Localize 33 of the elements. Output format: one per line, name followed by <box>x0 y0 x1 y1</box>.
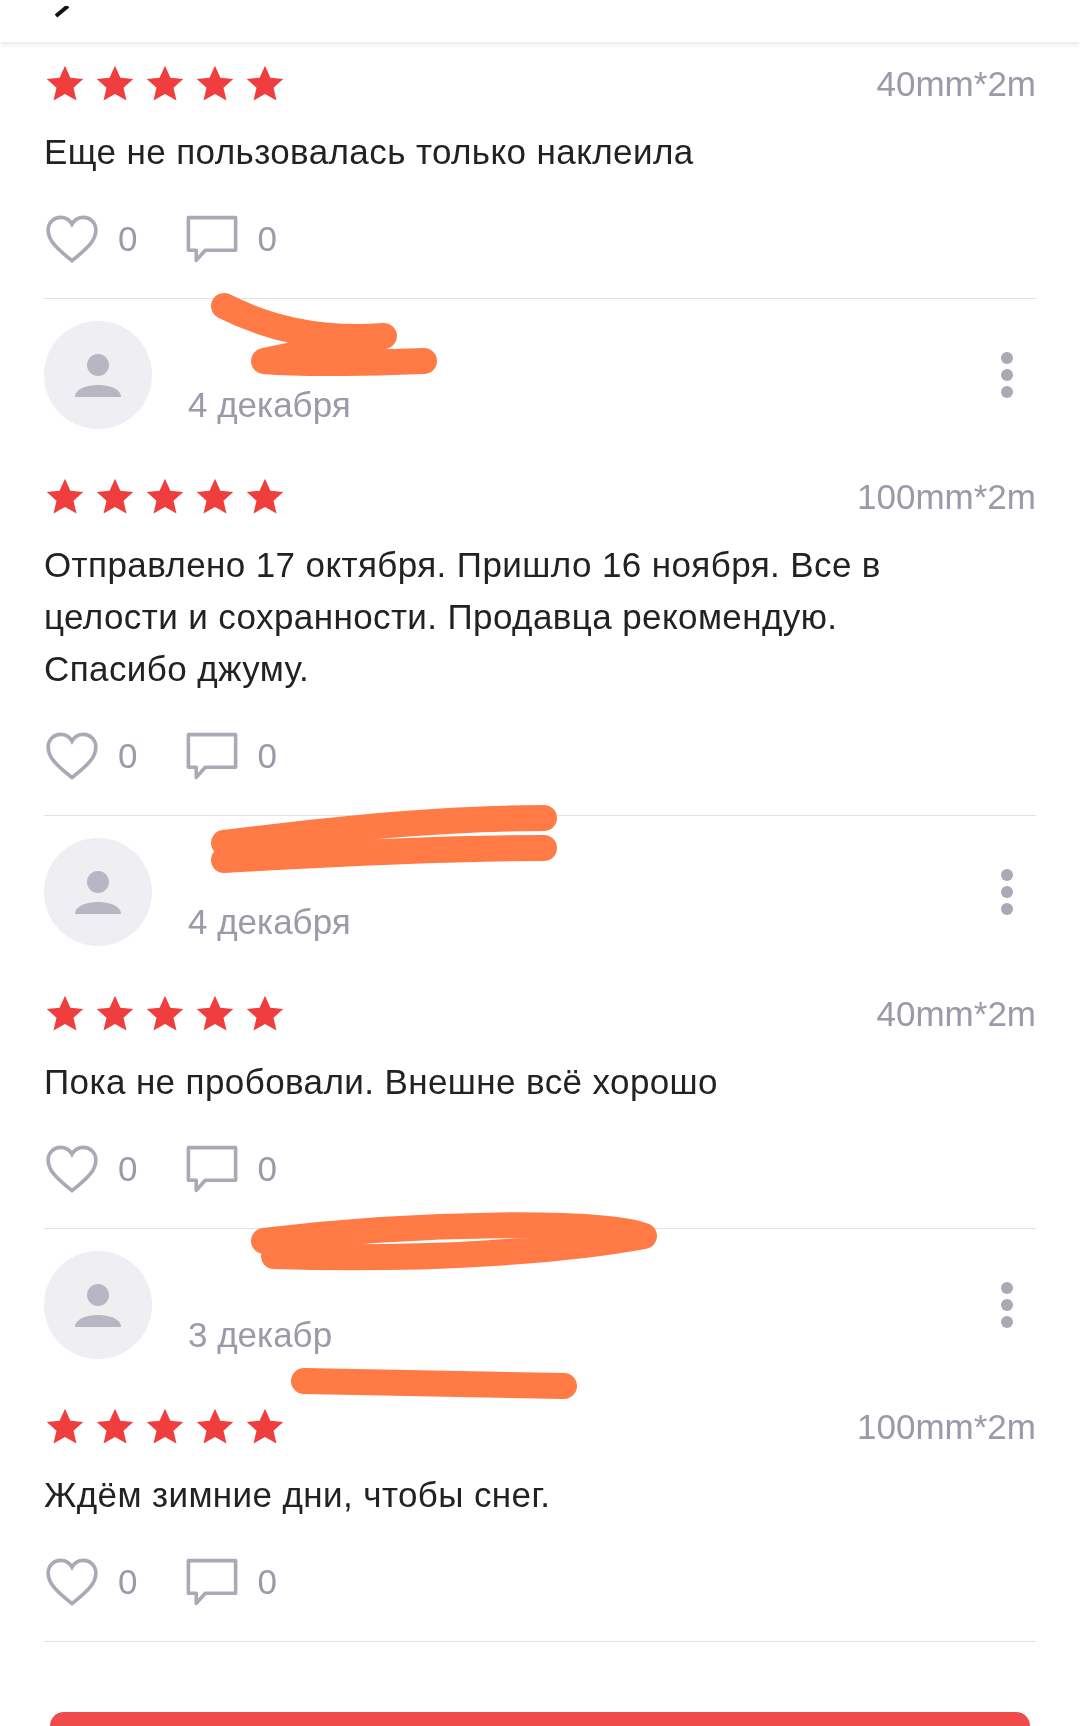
person-icon <box>75 1283 121 1327</box>
review-text: Отправлено 17 октября. Пришло 16 ноября. Все в целости и сохранности. Продавца рекомендую. Спасибо джуму. <box>44 544 882 690</box>
variant-label: 40mm*2m <box>876 64 1036 104</box>
like-count: 0 <box>118 1562 138 1602</box>
heart-icon[interactable] <box>44 1144 100 1194</box>
heart-icon[interactable] <box>44 731 100 781</box>
like-count: 0 <box>118 1149 138 1189</box>
review-text: Ждём зимние дни, чтобы снег. <box>44 1474 552 1516</box>
review-date: 3 декабр <box>188 1315 334 1355</box>
comment-count: 0 <box>257 219 277 259</box>
comment-icon[interactable] <box>185 1144 240 1194</box>
comment-icon[interactable] <box>185 731 240 781</box>
person-icon <box>75 870 121 914</box>
like-count: 0 <box>118 736 138 776</box>
more-icon[interactable] <box>1000 1282 1014 1328</box>
review-text: Пока не пробовали. Внешне всё хорошо <box>44 1061 719 1103</box>
review-text: Еще не пользовалась только наклеила <box>44 131 695 173</box>
like-count: 0 <box>118 219 138 259</box>
variant-label: 40mm*2m <box>876 994 1036 1034</box>
comment-count: 0 <box>257 1562 277 1602</box>
comment-icon[interactable] <box>185 214 240 264</box>
heart-icon[interactable] <box>44 214 100 264</box>
comment-count: 0 <box>257 736 277 776</box>
comment-icon[interactable] <box>185 1557 240 1607</box>
variant-label: 100mm*2m <box>857 1407 1036 1447</box>
review-date: 4 декабря <box>188 385 352 425</box>
review-date: 4 декабря <box>188 902 352 942</box>
heart-icon[interactable] <box>44 1557 100 1607</box>
comment-count: 0 <box>257 1149 277 1189</box>
person-icon <box>75 353 121 397</box>
variant-label: 100mm*2m <box>857 477 1036 517</box>
more-icon[interactable] <box>1000 869 1014 915</box>
more-icon[interactable] <box>1000 352 1014 398</box>
